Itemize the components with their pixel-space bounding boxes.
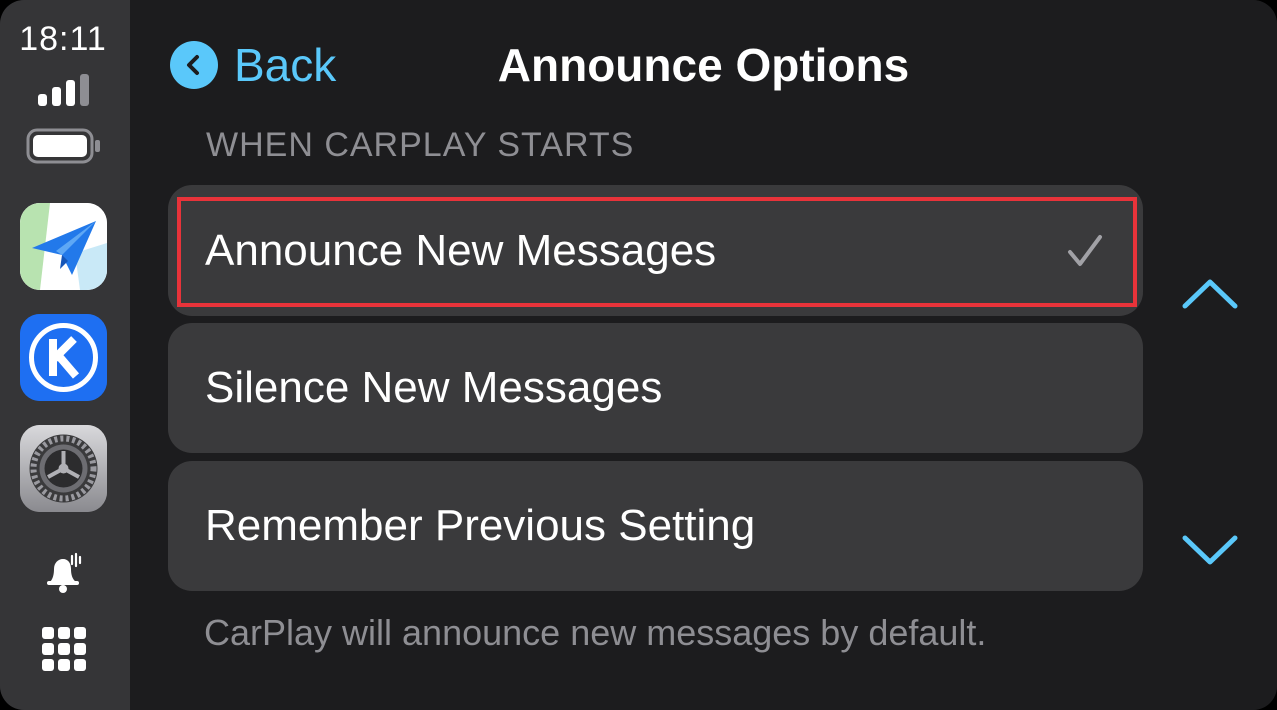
option-label: Announce New Messages [205, 225, 717, 275]
k-app-icon[interactable] [20, 314, 107, 401]
option-announce-new-messages[interactable]: Announce New Messages [168, 185, 1143, 316]
carplay-screen: 18:11 Back Announce Options WHEN CARPLAY… [0, 0, 1277, 710]
battery-icon [26, 128, 100, 164]
section-header: WHEN CARPLAY STARTS [206, 126, 635, 164]
option-label: Remember Previous Setting [205, 501, 756, 550]
bell-with-waves-icon[interactable] [44, 552, 84, 594]
paper-plane-map-icon [20, 203, 107, 290]
settings-app-icon[interactable] [20, 425, 107, 512]
status-time: 18:11 [19, 20, 107, 58]
app-grid-icon[interactable] [42, 627, 86, 671]
checkmark-icon [1068, 234, 1102, 266]
section-footer: CarPlay will announce new messages by de… [204, 612, 987, 653]
option-label: Silence New Messages [205, 363, 663, 412]
scroll-up-chevron-icon[interactable] [1180, 274, 1240, 314]
cellular-signal-icon [38, 74, 89, 106]
navigation-app-icon[interactable] [20, 203, 107, 290]
back-button[interactable]: Back [170, 38, 336, 92]
gear-icon [20, 425, 107, 512]
page-title: Announce Options [497, 39, 910, 91]
option-silence-new-messages[interactable]: Silence New Messages [168, 323, 1143, 453]
scroll-down-chevron-icon[interactable] [1180, 530, 1240, 570]
sidebar: 18:11 [0, 0, 130, 710]
chevron-left-icon [170, 41, 218, 89]
option-remember-previous-setting[interactable]: Remember Previous Setting [168, 461, 1143, 591]
k-letter-icon [20, 314, 107, 401]
back-label: Back [234, 39, 337, 91]
main-content: Back Announce Options WHEN CARPLAY START… [130, 0, 1277, 710]
